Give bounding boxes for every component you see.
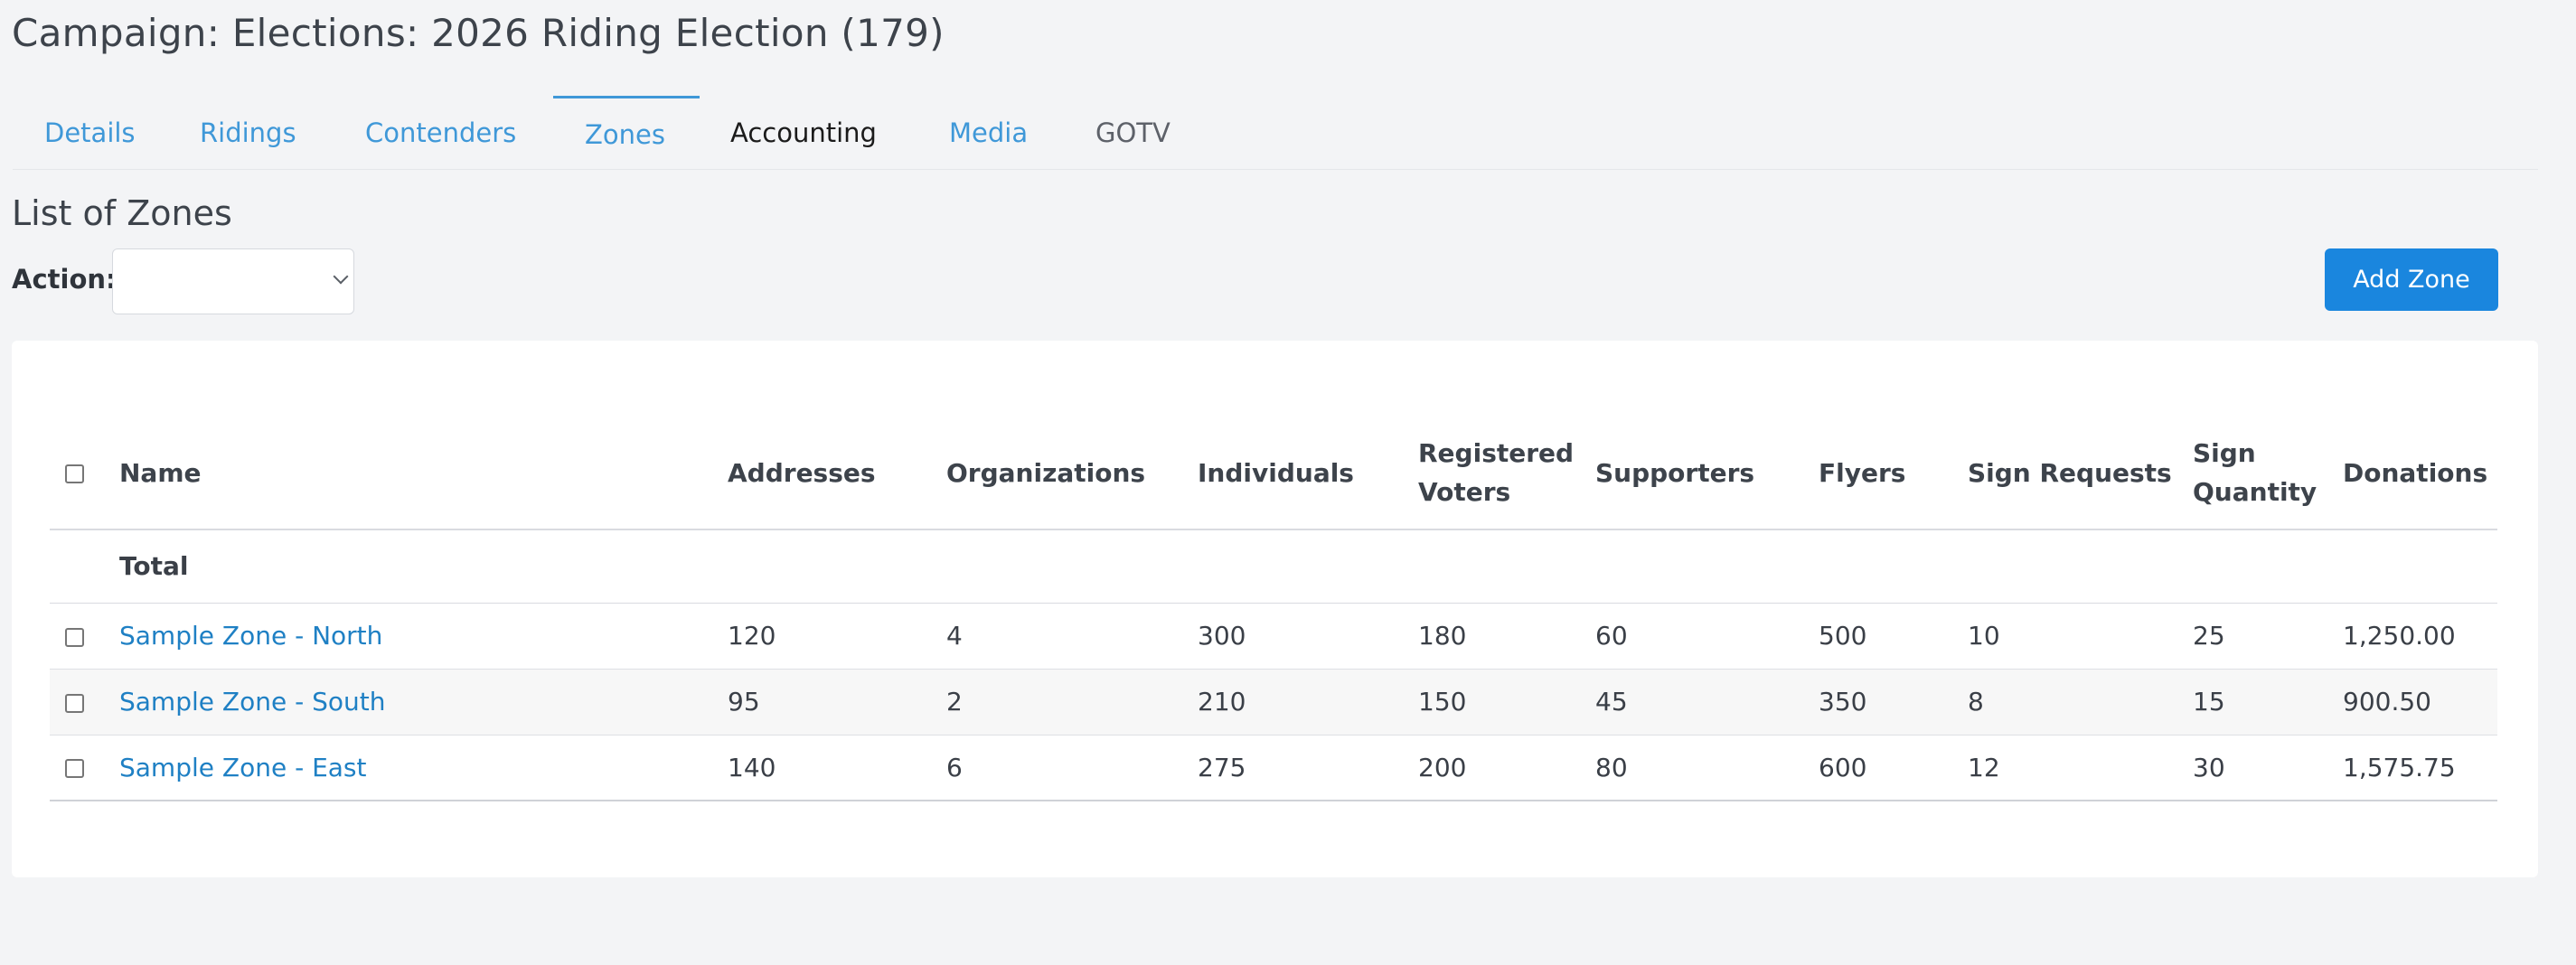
sign-quantity-cell: 15 — [2193, 669, 2343, 735]
tab-accounting[interactable]: Accounting — [730, 96, 877, 170]
header-sign-quantity-line2: Quantity — [2193, 477, 2317, 507]
donations-cell: 1,575.75 — [2343, 735, 2497, 801]
total-flyers — [1819, 529, 1968, 604]
zones-table-card: Name Addresses Organizations Individuals… — [12, 341, 2538, 877]
sign-requests-cell: 8 — [1968, 669, 2193, 735]
tab-ridings[interactable]: Ridings — [200, 96, 296, 170]
sign-requests-cell: 12 — [1968, 735, 2193, 801]
addresses-cell: 140 — [728, 735, 946, 801]
chevron-down-icon — [333, 268, 349, 285]
total-organizations — [946, 529, 1198, 604]
zone-name-cell: Sample Zone - East — [119, 735, 728, 801]
supporters-cell: 45 — [1595, 669, 1819, 735]
supporters-cell: 60 — [1595, 603, 1819, 670]
tab-details[interactable]: Details — [44, 96, 136, 170]
header-sign-quantity[interactable]: Sign Quantity — [2193, 417, 2343, 530]
table-row: Sample Zone - North 120 4 300 180 60 500… — [50, 603, 2497, 670]
tab-gotv[interactable]: GOTV — [1095, 96, 1170, 170]
zone-name-link[interactable]: Sample Zone - East — [119, 753, 367, 782]
total-label: Total — [119, 529, 728, 604]
total-donations — [2343, 529, 2497, 604]
zone-name-link[interactable]: Sample Zone - North — [119, 621, 382, 651]
row-checkbox-cell — [50, 735, 119, 801]
zone-name-cell: Sample Zone - South — [119, 669, 728, 735]
total-sign-requests — [1968, 529, 2193, 604]
header-organizations[interactable]: Organizations — [946, 417, 1198, 530]
total-sign-quantity — [2193, 529, 2343, 604]
flyers-cell: 500 — [1819, 603, 1968, 670]
total-row: Total — [50, 529, 2497, 604]
zone-name-link[interactable]: Sample Zone - South — [119, 687, 385, 717]
header-registered-voters[interactable]: Registered Voters — [1418, 417, 1595, 530]
individuals-cell: 210 — [1198, 669, 1418, 735]
total-addresses — [728, 529, 946, 604]
organizations-cell: 4 — [946, 603, 1198, 670]
individuals-cell: 275 — [1198, 735, 1418, 801]
action-select[interactable] — [112, 248, 354, 314]
addresses-cell: 120 — [728, 603, 946, 670]
tab-bar: Details Ridings Contenders Zones Account… — [13, 96, 2538, 170]
zone-name-cell: Sample Zone - North — [119, 603, 728, 670]
tab-media[interactable]: Media — [949, 96, 1028, 170]
organizations-cell: 2 — [946, 669, 1198, 735]
header-addresses[interactable]: Addresses — [728, 417, 946, 530]
header-individuals[interactable]: Individuals — [1198, 417, 1418, 530]
header-supporters[interactable]: Supporters — [1595, 417, 1819, 530]
zones-table: Name Addresses Organizations Individuals… — [50, 417, 2497, 801]
organizations-cell: 6 — [946, 735, 1198, 801]
table-header-row: Name Addresses Organizations Individuals… — [50, 417, 2497, 530]
header-registered-voters-line2: Voters — [1418, 477, 1511, 507]
select-all-checkbox[interactable] — [65, 464, 84, 483]
section-title: List of Zones — [12, 193, 232, 233]
header-name[interactable]: Name — [119, 417, 728, 530]
table-row: Sample Zone - East 140 6 275 200 80 600 … — [50, 735, 2497, 801]
row-checkbox-cell — [50, 603, 119, 670]
registered-voters-cell: 180 — [1418, 603, 1595, 670]
total-registered-voters — [1418, 529, 1595, 604]
sign-requests-cell: 10 — [1968, 603, 2193, 670]
tab-contenders[interactable]: Contenders — [365, 96, 516, 170]
header-sign-quantity-line1: Sign — [2193, 438, 2256, 468]
registered-voters-cell: 200 — [1418, 735, 1595, 801]
total-individuals — [1198, 529, 1418, 604]
total-supporters — [1595, 529, 1819, 604]
select-all-cell — [50, 417, 119, 530]
total-checkbox-cell — [50, 529, 119, 604]
header-registered-voters-line1: Registered — [1418, 438, 1575, 468]
individuals-cell: 300 — [1198, 603, 1418, 670]
tab-zones[interactable]: Zones — [585, 98, 665, 172]
header-sign-requests[interactable]: Sign Requests — [1968, 417, 2193, 530]
donations-cell: 1,250.00 — [2343, 603, 2497, 670]
action-label: Action: — [12, 264, 117, 295]
sign-quantity-cell: 25 — [2193, 603, 2343, 670]
addresses-cell: 95 — [728, 669, 946, 735]
donations-cell: 900.50 — [2343, 669, 2497, 735]
page-title: Campaign: Elections: 2026 Riding Electio… — [12, 11, 945, 55]
sign-quantity-cell: 30 — [2193, 735, 2343, 801]
flyers-cell: 600 — [1819, 735, 1968, 801]
table-row: Sample Zone - South 95 2 210 150 45 350 … — [50, 669, 2497, 735]
flyers-cell: 350 — [1819, 669, 1968, 735]
header-donations[interactable]: Donations — [2343, 417, 2497, 530]
supporters-cell: 80 — [1595, 735, 1819, 801]
row-checkbox-cell — [50, 669, 119, 735]
registered-voters-cell: 150 — [1418, 669, 1595, 735]
row-checkbox[interactable] — [65, 759, 84, 779]
row-checkbox[interactable] — [65, 693, 84, 713]
header-flyers[interactable]: Flyers — [1819, 417, 1968, 530]
row-checkbox[interactable] — [65, 627, 84, 647]
add-zone-button[interactable]: Add Zone — [2325, 248, 2498, 311]
